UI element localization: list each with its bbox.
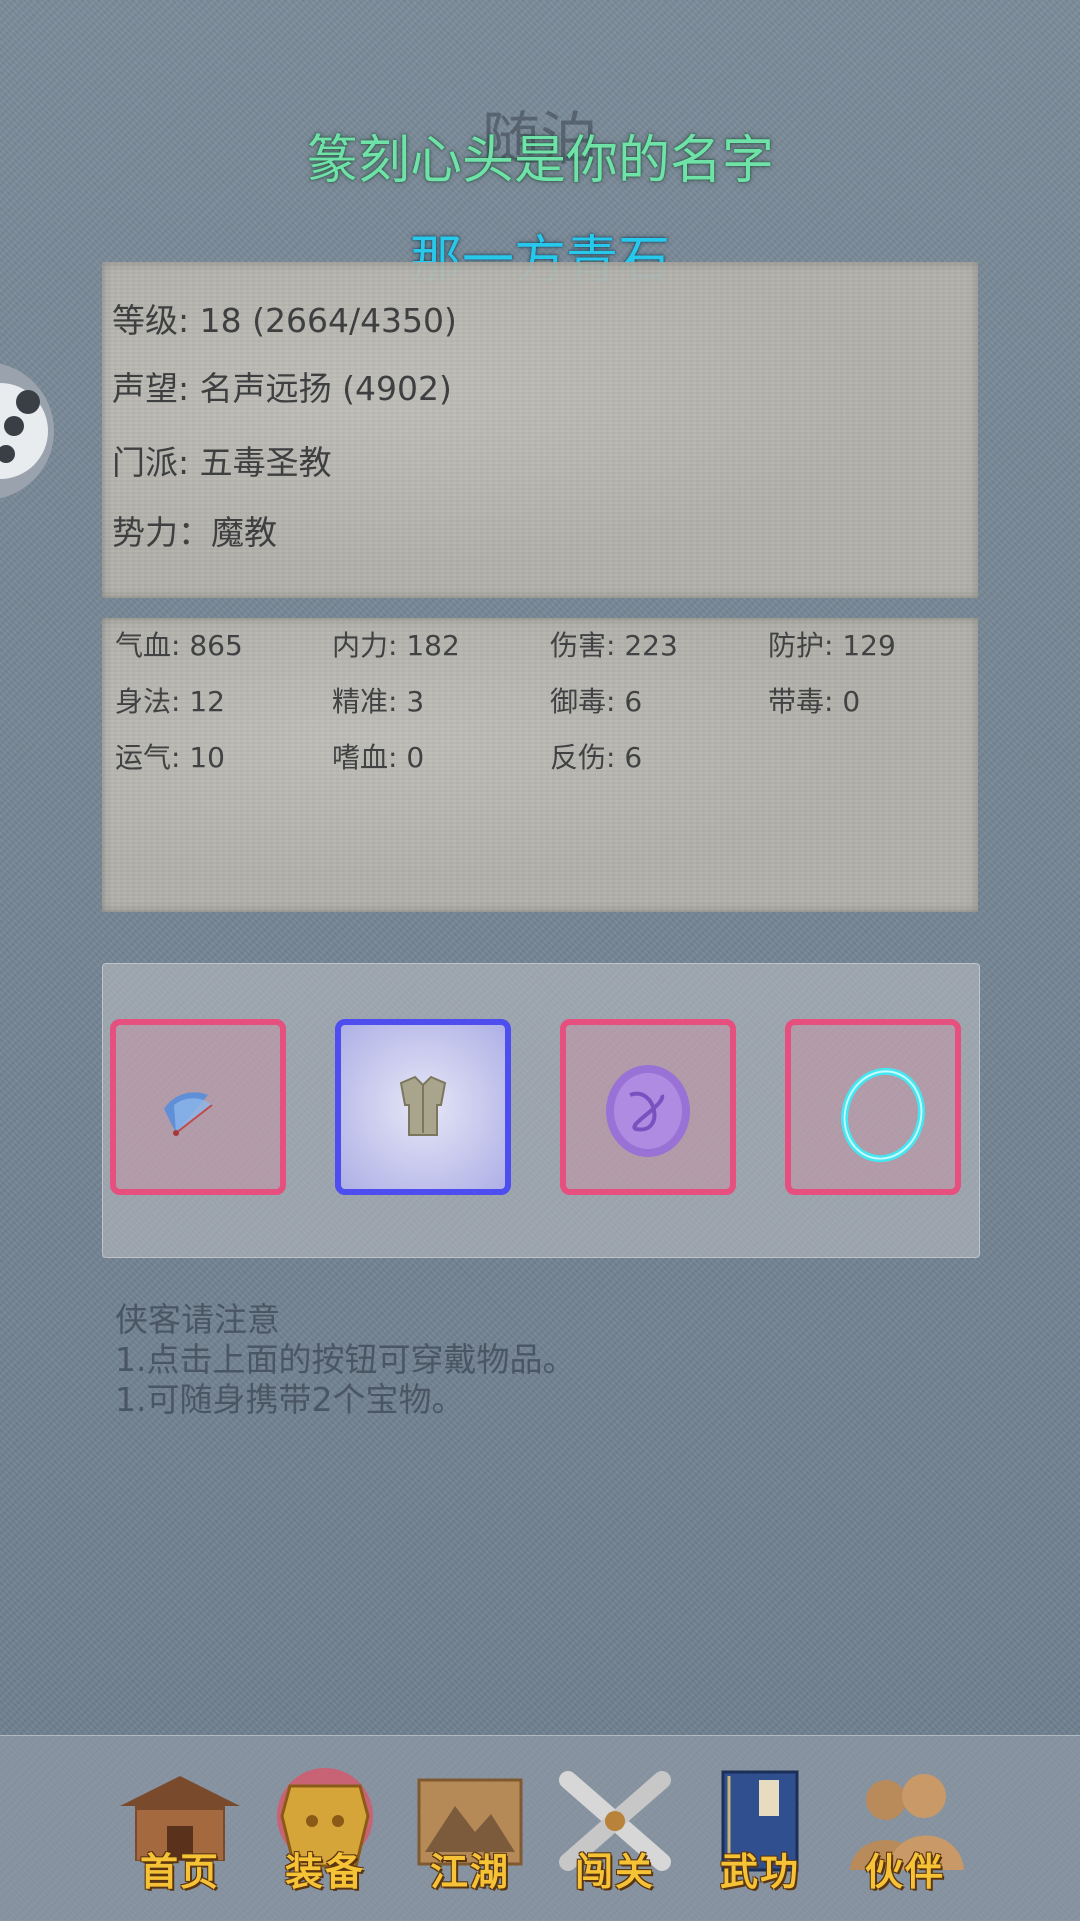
sect-text: 门派: 五毒圣教 <box>112 443 332 482</box>
stat-agility: 身法: 12 <box>115 685 225 718</box>
nav-martial[interactable]: 武功 <box>695 1766 825 1896</box>
stat-damage: 伤害: 223 <box>550 629 678 662</box>
stat-poison-resist: 御毒: 6 <box>550 685 643 718</box>
nav-martial-label: 武功 <box>719 1849 800 1894</box>
nav-partner[interactable]: 伙伴 <box>840 1766 970 1896</box>
robe-icon <box>399 1075 447 1136</box>
stat-defense: 防护: 129 <box>768 629 896 662</box>
stat-poison: 带毒: 0 <box>768 685 861 718</box>
nav-stage-label: 闯关 <box>574 1849 655 1894</box>
fan-icon <box>164 1092 213 1136</box>
nav-equip[interactable]: 装备 <box>260 1766 390 1896</box>
stat-reflect: 反伤: 6 <box>550 741 643 774</box>
equip-slot-weapon[interactable] <box>110 1019 286 1195</box>
cyan-ring-icon <box>841 1067 925 1163</box>
stat-internal: 内力: 182 <box>332 629 460 662</box>
page-title: 篆刻心头是你的名字 <box>305 131 774 191</box>
notice-heading: 侠客请注意 <box>115 1300 280 1339</box>
stat-precision: 精准: 3 <box>332 685 425 718</box>
nav-jianghu-label: 江湖 <box>429 1849 510 1894</box>
stat-bloodlust: 嗜血: 0 <box>332 741 425 774</box>
nav-equip-label: 装备 <box>284 1849 365 1894</box>
equip-slot-armor[interactable] <box>335 1019 511 1195</box>
character-info-panel: 等级: 18 (2664/4350) 声望: 名声远扬 (4902) 门派: 五… <box>102 262 978 598</box>
equip-slot-treasure-2[interactable] <box>785 1019 961 1195</box>
notice-line-2: 1.可随身携带2个宝物。 <box>115 1380 465 1419</box>
panda-avatar[interactable] <box>0 362 54 500</box>
reputation-text: 声望: 名声远扬 (4902) <box>112 369 452 408</box>
level-text: 等级: 18 (2664/4350) <box>112 301 457 340</box>
equip-slot-treasure-1[interactable] <box>560 1019 736 1195</box>
nav-home[interactable]: 首页 <box>115 1766 245 1896</box>
equipment-panel <box>102 963 980 1258</box>
notice-line-1: 1.点击上面的按钮可穿戴物品。 <box>115 1340 576 1379</box>
stat-luck: 运气: 10 <box>115 741 225 774</box>
purple-token-icon <box>606 1065 690 1157</box>
bottom-nav: 首页 装备 江湖 闯关 武功 伙伴 <box>0 1735 1080 1921</box>
nav-partner-label: 伙伴 <box>864 1849 945 1894</box>
nav-stage[interactable]: 闯关 <box>550 1766 680 1896</box>
notice-block: 侠客请注意 1.点击上面的按钮可穿戴物品。 1.可随身携带2个宝物。 <box>115 1300 576 1420</box>
faction-text: 势力：魔教 <box>112 513 277 552</box>
nav-home-label: 首页 <box>139 1849 220 1894</box>
stat-hp: 气血: 865 <box>115 629 243 662</box>
panda-icon <box>0 383 48 479</box>
nav-jianghu[interactable]: 江湖 <box>405 1766 535 1896</box>
attributes-panel: 气血: 865 内力: 182 伤害: 223 防护: 129 身法: 12 精… <box>102 618 978 912</box>
